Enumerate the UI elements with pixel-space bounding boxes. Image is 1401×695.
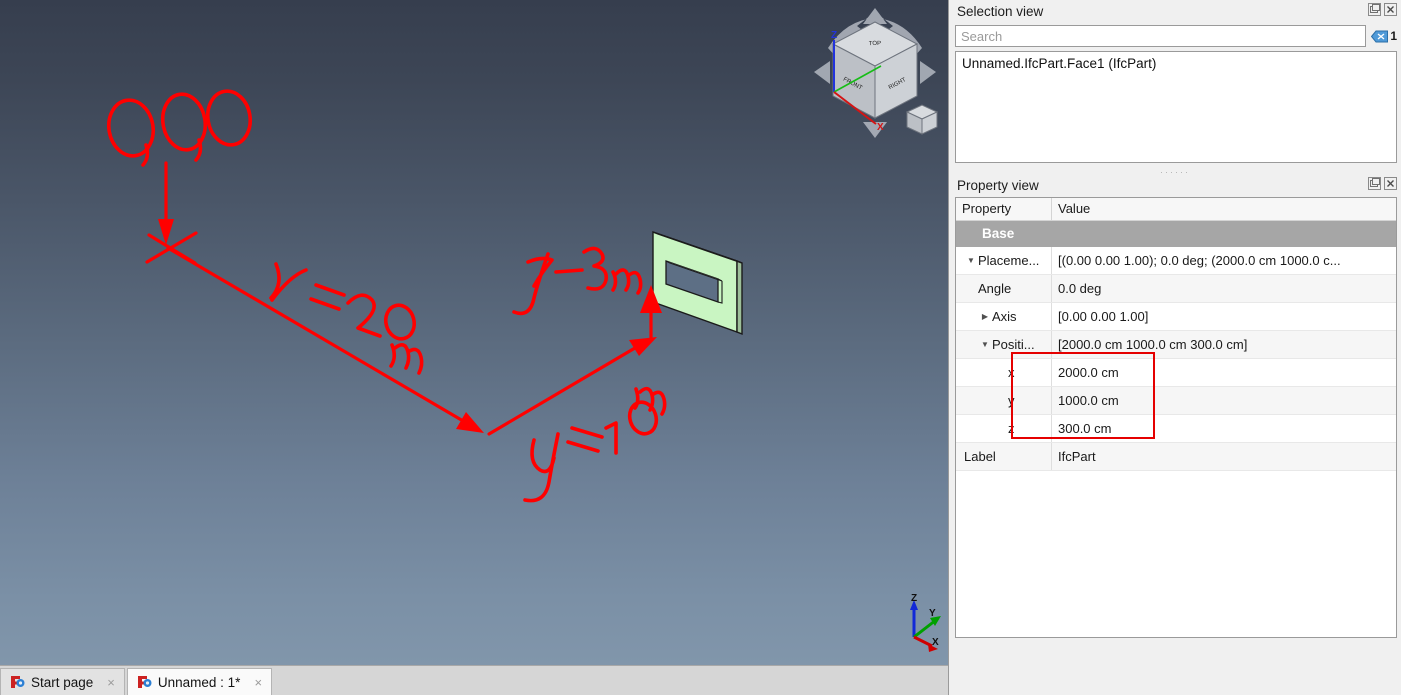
property-name-cell: z <box>956 415 1052 442</box>
close-icon[interactable] <box>1384 3 1397 16</box>
annotation-x-label <box>269 262 424 375</box>
svg-text:X: X <box>932 637 939 648</box>
property-row[interactable]: x 2000.0 cm <box>956 359 1396 387</box>
property-row[interactable]: ▼ Placeme... [(0.00 0.00 1.00); 0.0 deg; (… <box>956 247 1396 275</box>
property-value[interactable]: [2000.0 cm 1000.0 cm 300.0 cm] <box>1052 331 1396 358</box>
navcube-corner-box <box>905 104 939 135</box>
annotation-y-label <box>523 386 667 503</box>
property-value[interactable]: 0.0 deg <box>1052 275 1396 302</box>
document-tab-unnamed[interactable]: Unnamed : 1* × <box>126 668 273 695</box>
property-table-header: Property Value <box>956 198 1396 221</box>
selection-count-group: 1 <box>1371 29 1397 43</box>
property-view-titlebar: Property view <box>949 174 1401 197</box>
clear-search-icon[interactable] <box>1371 30 1389 43</box>
property-name-cell: y <box>956 387 1052 414</box>
annotation-z-label <box>512 246 643 316</box>
right-dock-panel: Selection view Search 1 Unnamed.IfcPart.… <box>948 0 1401 695</box>
float-icon[interactable] <box>1368 3 1381 16</box>
svg-text:Z: Z <box>911 593 917 604</box>
property-rows-container: ▼ Placeme... [(0.00 0.00 1.00); 0.0 deg; (… <box>956 247 1396 471</box>
chevron-down-icon[interactable]: ▼ <box>964 247 978 274</box>
property-row[interactable]: z 300.0 cm <box>956 415 1396 443</box>
selection-view-title: Selection view <box>957 4 1044 19</box>
selection-count: 1 <box>1390 29 1397 43</box>
freecad-icon <box>137 676 152 688</box>
property-name: z <box>1008 421 1015 436</box>
property-value[interactable]: 1000.0 cm <box>1052 387 1396 414</box>
property-name: Placeme... <box>978 253 1040 268</box>
document-tab-label: Unnamed : 1* <box>157 674 241 690</box>
float-icon[interactable] <box>1368 177 1381 190</box>
selection-view-titlebar: Selection view <box>949 0 1401 23</box>
svg-text:X: X <box>877 122 884 133</box>
property-row[interactable]: ▼ Positi... [2000.0 cm 1000.0 cm 300.0 cm] <box>956 331 1396 359</box>
property-group-label: Base <box>982 226 1015 241</box>
selection-list[interactable]: Unnamed.IfcPart.Face1 (IfcPart) <box>955 51 1397 163</box>
selection-list-item[interactable]: Unnamed.IfcPart.Face1 (IfcPart) <box>962 56 1390 71</box>
document-tab-label: Start page <box>31 674 94 690</box>
close-icon[interactable]: × <box>107 675 115 690</box>
property-name-cell: ▼ Positi... <box>956 331 1052 358</box>
property-value[interactable]: 2000.0 cm <box>1052 359 1396 386</box>
property-value[interactable]: [(0.00 0.00 1.00); 0.0 deg; (2000.0 cm 1… <box>1052 247 1396 274</box>
navcube-top-label: TOP <box>869 41 881 47</box>
property-value[interactable]: IfcPart <box>1052 443 1396 470</box>
annotation-origin-label <box>106 89 253 167</box>
freecad-icon <box>11 676 25 688</box>
property-name-cell: ▼ Placeme... <box>956 247 1052 274</box>
document-tab-start-page[interactable]: Start page × <box>0 668 125 695</box>
axis-triad: Z Y X <box>910 593 941 652</box>
property-group-base[interactable]: Base <box>956 221 1396 247</box>
column-header-property: Property <box>956 198 1052 220</box>
property-name-cell: ▶ Axis <box>956 303 1052 330</box>
column-header-value: Value <box>1058 201 1091 216</box>
property-row[interactable]: Label IfcPart <box>956 443 1396 471</box>
property-row[interactable]: Angle 0.0 deg <box>956 275 1396 303</box>
property-name: Label <box>964 449 996 464</box>
property-name-cell: x <box>956 359 1052 386</box>
3d-viewport[interactable]: Z Y X TOP FRONT RIGHT Z X <box>0 0 948 665</box>
ifc-wall-object <box>652 231 743 336</box>
property-name: y <box>1008 393 1015 408</box>
search-placeholder: Search <box>961 28 1003 44</box>
property-name: x <box>1008 365 1015 380</box>
property-name: Positi... <box>992 337 1035 352</box>
document-tabbar: Start page × Unnamed : 1* × <box>0 665 948 695</box>
chevron-right-icon[interactable]: ▶ <box>978 303 992 330</box>
property-name-cell: Angle <box>956 275 1052 302</box>
property-name: Angle <box>978 281 1012 296</box>
close-icon[interactable] <box>1384 177 1397 190</box>
close-icon[interactable]: × <box>254 675 262 690</box>
chevron-down-icon[interactable]: ▼ <box>978 331 992 358</box>
svg-text:Y: Y <box>929 608 936 619</box>
property-value[interactable]: 300.0 cm <box>1052 415 1396 442</box>
search-input[interactable]: Search <box>955 25 1367 47</box>
property-name: Axis <box>992 309 1017 324</box>
annotation-strokes <box>145 161 662 436</box>
navigation-cube[interactable]: TOP FRONT RIGHT Z X <box>795 0 948 145</box>
property-row[interactable]: ▶ Axis [0.00 0.00 1.00] <box>956 303 1396 331</box>
property-value[interactable]: [0.00 0.00 1.00] <box>1052 303 1396 330</box>
property-row[interactable]: y 1000.0 cm <box>956 387 1396 415</box>
selection-search-row: Search 1 <box>949 23 1401 49</box>
dock-splitter[interactable]: ······ <box>949 163 1401 177</box>
svg-text:Z: Z <box>831 30 837 41</box>
property-view-title: Property view <box>957 178 1039 193</box>
property-name-cell: Label <box>956 443 1052 470</box>
property-table[interactable]: Property Value Base ▼ Placeme... [(0.00 0.… <box>955 197 1397 638</box>
